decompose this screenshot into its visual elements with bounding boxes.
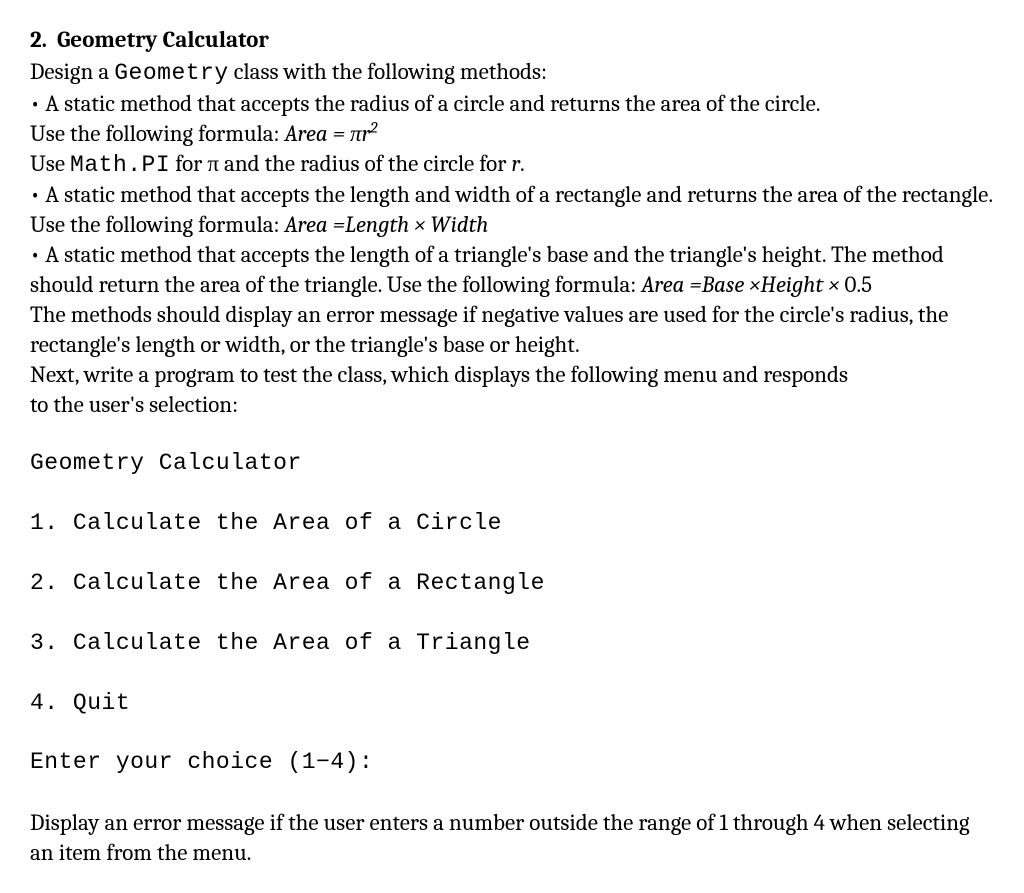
problem-title: Geometry Calculator bbox=[57, 26, 269, 53]
menu-item-1: 1. Calculate the Area of a Circle bbox=[30, 509, 994, 539]
tri-times: × bbox=[744, 271, 760, 298]
tri-height: Height bbox=[760, 271, 823, 298]
tri-area: Area bbox=[641, 271, 684, 298]
use-end: . bbox=[520, 150, 525, 177]
superscript-2: 2 bbox=[370, 119, 377, 137]
problem-number: 2. bbox=[30, 25, 47, 55]
intro-suffix: class with the following methods: bbox=[229, 58, 547, 85]
rect-times: × bbox=[409, 211, 430, 238]
rect-eq: = bbox=[328, 211, 345, 238]
intro-prefix: Design a bbox=[30, 58, 114, 85]
geometry-code: Geometry bbox=[114, 60, 228, 86]
bullet-triangle: • A static method that accepts the lengt… bbox=[30, 240, 994, 300]
formula-circle: Use the following formula: Area = πr2 bbox=[30, 119, 994, 149]
bullet-rectangle: • A static method that accepts the lengt… bbox=[30, 180, 994, 240]
menu-title: Geometry Calculator bbox=[30, 449, 994, 479]
mathpi-code: Math.PI bbox=[70, 152, 170, 178]
tri-half: 0.5 bbox=[844, 271, 872, 298]
r-var-2: r bbox=[511, 150, 520, 177]
equals-pi: = π bbox=[328, 120, 362, 147]
next-para: Next, write a program to test the class,… bbox=[30, 360, 994, 390]
error-message-para: The methods should display an error mess… bbox=[30, 300, 994, 360]
tri-eq: = bbox=[684, 271, 701, 298]
tri-times2: × bbox=[823, 271, 844, 298]
menu-item-2: 2. Calculate the Area of a Rectangle bbox=[30, 569, 994, 599]
use-mathpi: Use Math.PI for π and the radius of the … bbox=[30, 149, 994, 181]
r-var: r bbox=[362, 120, 371, 147]
intro-line: Design a Geometry class with the followi… bbox=[30, 57, 994, 89]
use-mid: for π and the radius of the circle for bbox=[170, 150, 511, 177]
rect-width: Width bbox=[430, 211, 488, 238]
menu-item-4: 4. Quit bbox=[30, 689, 994, 719]
bullet-circle-text: • A static method that accepts the radiu… bbox=[30, 90, 820, 117]
menu-block: Geometry Calculator 1. Calculate the Are… bbox=[30, 420, 994, 809]
menu-item-3: 3. Calculate the Area of a Triangle bbox=[30, 629, 994, 659]
problem-heading: 2. Geometry Calculator bbox=[30, 25, 994, 55]
tri-base: Base bbox=[702, 271, 745, 298]
rect-length: Length bbox=[345, 211, 409, 238]
formula-prefix: Use the following formula: bbox=[30, 120, 284, 147]
rect-prefix: • A static method that accepts the lengt… bbox=[30, 181, 992, 238]
bullet-circle: • A static method that accepts the radiu… bbox=[30, 89, 994, 119]
menu-prompt: Enter your choice (1−4): bbox=[30, 748, 994, 778]
rect-area: Area bbox=[284, 211, 327, 238]
area-word: Area bbox=[284, 120, 327, 147]
use-prefix: Use bbox=[30, 150, 70, 177]
final-para: Display an error message if the user ent… bbox=[30, 808, 994, 868]
next-para-2: to the user's selection: bbox=[30, 390, 994, 420]
